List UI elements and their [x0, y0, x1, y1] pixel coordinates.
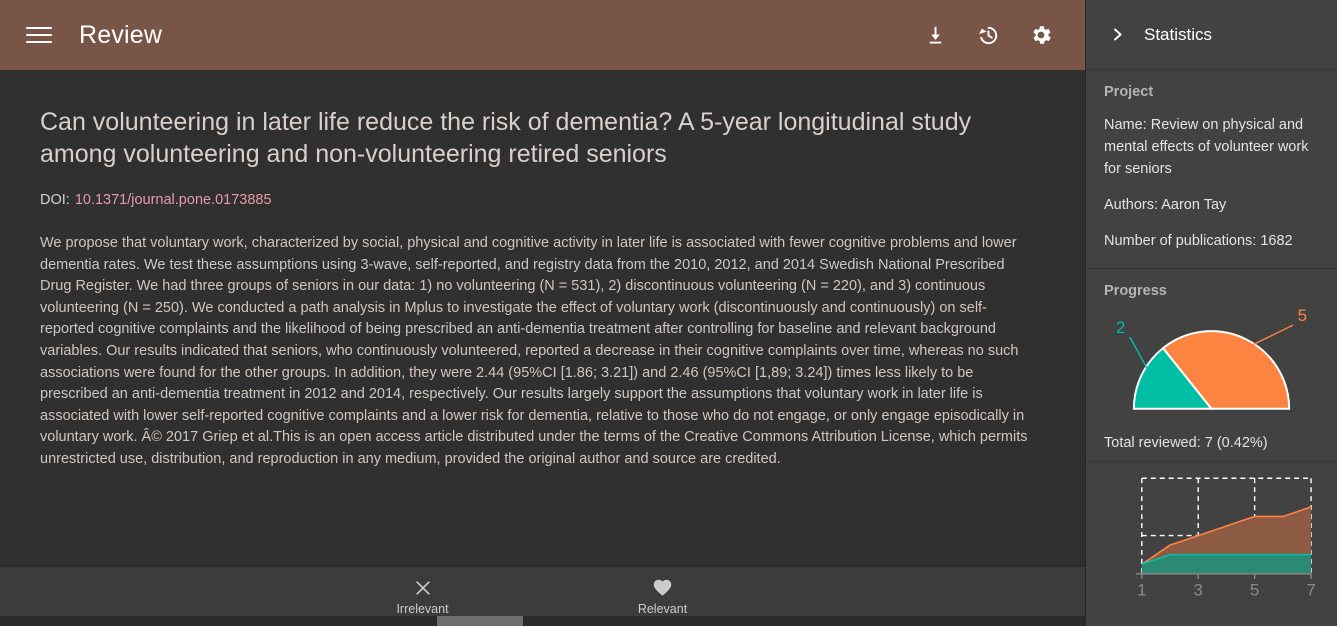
progress-section: Progress 25 Total reviewed: 7 (0.42%) — [1086, 269, 1337, 462]
article-abstract: We propose that voluntary work, characte… — [40, 235, 1028, 467]
area-series-relevant — [1141, 554, 1312, 574]
pie-leader-line — [1238, 324, 1294, 353]
review-action-bar: Irrelevant Relevant — [0, 566, 1085, 626]
pie-slice-label: 2 — [1116, 318, 1125, 337]
project-section: Project Name: Review on physical and men… — [1086, 70, 1337, 269]
project-name: Name: Review on physical and mental effe… — [1104, 117, 1309, 177]
progress-gauge-svg: 25 — [1116, 306, 1307, 410]
progress-section-title: Progress — [1104, 283, 1167, 299]
review-history-svg: 1 3 5 7 — [1135, 477, 1316, 600]
total-reviewed-label: Total reviewed: 7 (0.42%) — [1104, 435, 1268, 451]
review-history-chart: 1 3 5 7 — [1086, 462, 1337, 600]
doi-row: DOI: 10.1371/journal.pone.0173885 — [40, 192, 1033, 208]
doi-link[interactable]: 10.1371/journal.pone.0173885 — [75, 192, 272, 208]
hamburger-menu-icon[interactable] — [22, 18, 56, 52]
statistics-title: Statistics — [1144, 24, 1213, 44]
scrollbar-thumb[interactable] — [437, 616, 523, 626]
x-axis-tick-label: 3 — [1194, 581, 1203, 600]
chevron-right-icon[interactable] — [1104, 27, 1130, 42]
relevant-label: Relevant — [637, 602, 688, 616]
project-publication-count: Number of publications: 1682 — [1104, 233, 1293, 249]
irrelevant-label: Irrelevant — [396, 602, 449, 616]
app-toolbar: Review — [0, 0, 1085, 70]
pie-slice-label: 5 — [1298, 306, 1307, 325]
horizontal-scrollbar[interactable] — [0, 616, 1085, 626]
doi-label: DOI: — [40, 192, 70, 208]
project-section-title: Project — [1104, 84, 1154, 100]
gear-icon[interactable] — [1017, 11, 1065, 59]
project-authors: Authors: Aaron Tay — [1104, 197, 1227, 213]
x-axis-tick-label: 1 — [1137, 581, 1146, 600]
irrelevant-button[interactable]: Irrelevant — [363, 577, 483, 616]
progress-semicircle-chart: 25 — [1104, 305, 1319, 423]
main-column: Review Can volunteering in later life re… — [0, 0, 1085, 626]
app-root: Review Can volunteering in later life re… — [0, 0, 1337, 626]
statistics-panel: Statistics Project Name: Review on physi… — [1085, 0, 1337, 626]
article-title: Can volunteering in later life reduce th… — [40, 108, 972, 168]
download-icon[interactable] — [911, 11, 959, 59]
page-title: Review — [79, 20, 163, 49]
heart-icon — [652, 577, 673, 599]
statistics-panel-header: Statistics — [1086, 0, 1337, 70]
x-axis-tick-label: 5 — [1250, 581, 1259, 600]
article-container: Can volunteering in later life reduce th… — [0, 70, 1085, 566]
relevant-button[interactable]: Relevant — [603, 577, 723, 616]
close-x-icon — [413, 577, 433, 599]
x-axis-tick-label: 7 — [1306, 581, 1315, 600]
history-icon[interactable] — [964, 11, 1012, 59]
